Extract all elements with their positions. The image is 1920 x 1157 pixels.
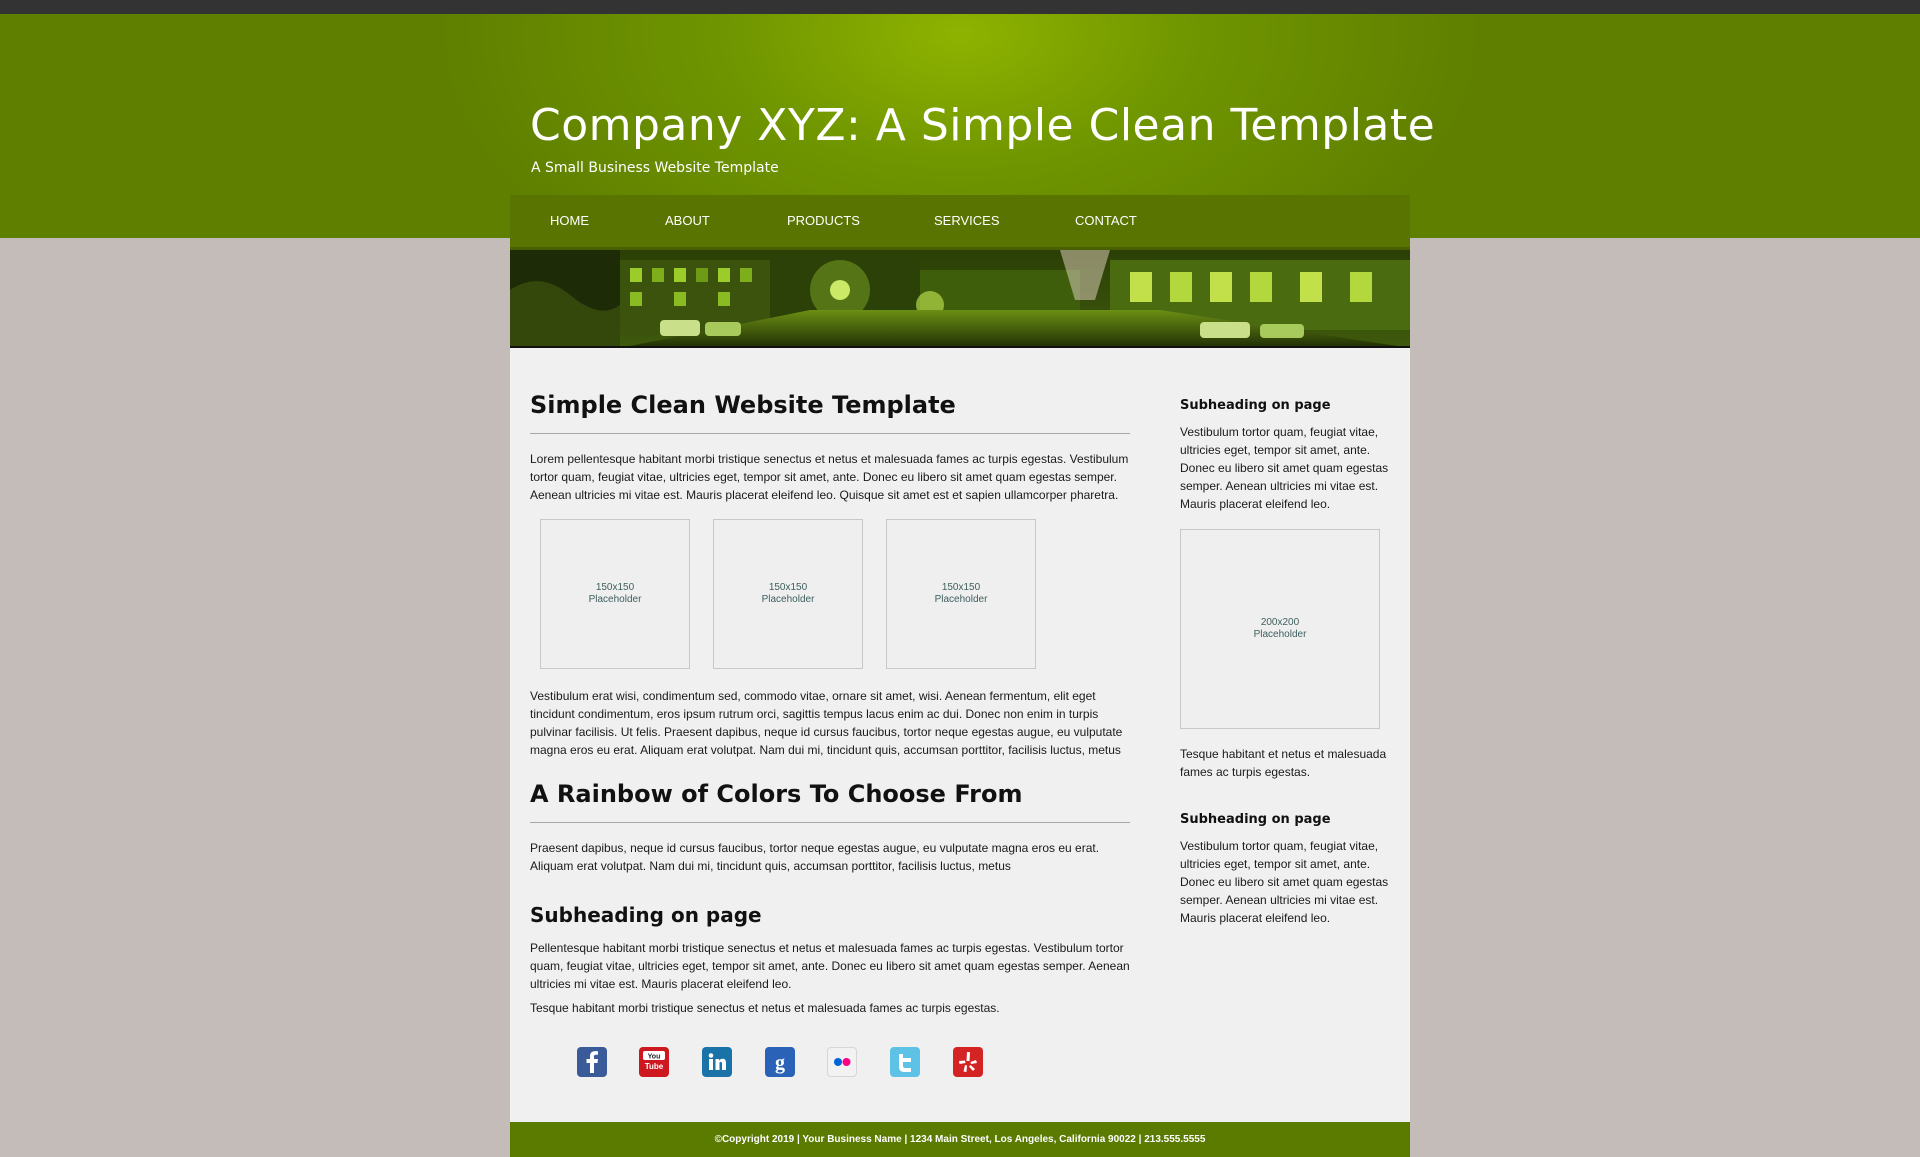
sidebar-heading: Subheading on page: [1180, 398, 1331, 413]
image-placeholder: 150x150 Placeholder: [540, 519, 690, 669]
sidebar-text: Vestibulum tortor quam, feugiat vitae, u…: [1180, 425, 1389, 511]
placeholder-size: 200x200: [1260, 617, 1300, 628]
nav-products[interactable]: PRODUCTS: [787, 195, 860, 247]
placeholder-size: 150x150: [768, 582, 808, 593]
banner-image: [510, 250, 1410, 348]
youtube-icon[interactable]: You Tube: [639, 1047, 669, 1077]
rainbow-heading: A Rainbow of Colors To Choose From: [530, 780, 1023, 808]
placeholder-label: Placeholder: [934, 594, 988, 605]
heading-divider: [530, 433, 1130, 434]
site-tagline: A Small Business Website Template: [531, 160, 779, 176]
city-night-banner: [510, 250, 1410, 348]
site-footer: ©Copyright 2019 | Your Business Name | 1…: [510, 1122, 1410, 1157]
image-placeholder: 150x150 Placeholder: [713, 519, 863, 669]
closing-paragraph: Tesque habitant morbi tristique senectus…: [530, 1001, 1000, 1015]
rainbow-paragraph: Praesent dapibus, neque id cursus faucib…: [530, 841, 1100, 873]
main-heading: Simple Clean Website Template: [530, 391, 956, 419]
twitter-icon[interactable]: [890, 1047, 920, 1077]
svg-text:Tube: Tube: [645, 1062, 664, 1071]
placeholder-label: Placeholder: [588, 594, 642, 605]
content-container: HOME ABOUT PRODUCTS SERVICES CONTACT Sim…: [510, 195, 1410, 1157]
subheading: Subheading on page: [530, 903, 762, 927]
yelp-icon[interactable]: [953, 1047, 983, 1077]
placeholder-size: 150x150: [595, 582, 635, 593]
top-bar: [0, 0, 1920, 14]
site-title: Company XYZ: A Simple Clean Template: [530, 100, 1436, 151]
nav-home[interactable]: HOME: [550, 195, 589, 247]
nav-about[interactable]: ABOUT: [665, 195, 710, 247]
sidebar-image-placeholder: 200x200 Placeholder: [1180, 529, 1380, 729]
nav-contact[interactable]: CONTACT: [1075, 195, 1137, 247]
sidebar-text: Vestibulum tortor quam, feugiat vitae, u…: [1180, 839, 1389, 925]
placeholder-size: 150x150: [941, 582, 981, 593]
image-placeholder: 150x150 Placeholder: [886, 519, 1036, 669]
linkedin-icon[interactable]: [702, 1047, 732, 1077]
main-nav: HOME ABOUT PRODUCTS SERVICES CONTACT: [510, 195, 1410, 250]
svg-text:g: g: [775, 1052, 785, 1074]
flickr-icon[interactable]: [827, 1047, 857, 1077]
google-icon[interactable]: g: [765, 1047, 795, 1077]
svg-text:You: You: [648, 1054, 661, 1061]
placeholder-label: Placeholder: [761, 594, 815, 605]
body-paragraph: Vestibulum erat wisi, condimentum sed, c…: [530, 689, 1123, 757]
subheading-paragraph: Pellentesque habitant morbi tristique se…: [530, 941, 1130, 991]
nav-services[interactable]: SERVICES: [934, 195, 1000, 247]
facebook-icon[interactable]: [577, 1047, 607, 1077]
sidebar-heading: Subheading on page: [1180, 812, 1331, 827]
heading-divider: [530, 822, 1130, 823]
placeholder-label: Placeholder: [1253, 629, 1307, 640]
sidebar-text: Tesque habitant et netus et malesuada fa…: [1180, 747, 1387, 779]
intro-paragraph: Lorem pellentesque habitant morbi tristi…: [530, 452, 1129, 502]
